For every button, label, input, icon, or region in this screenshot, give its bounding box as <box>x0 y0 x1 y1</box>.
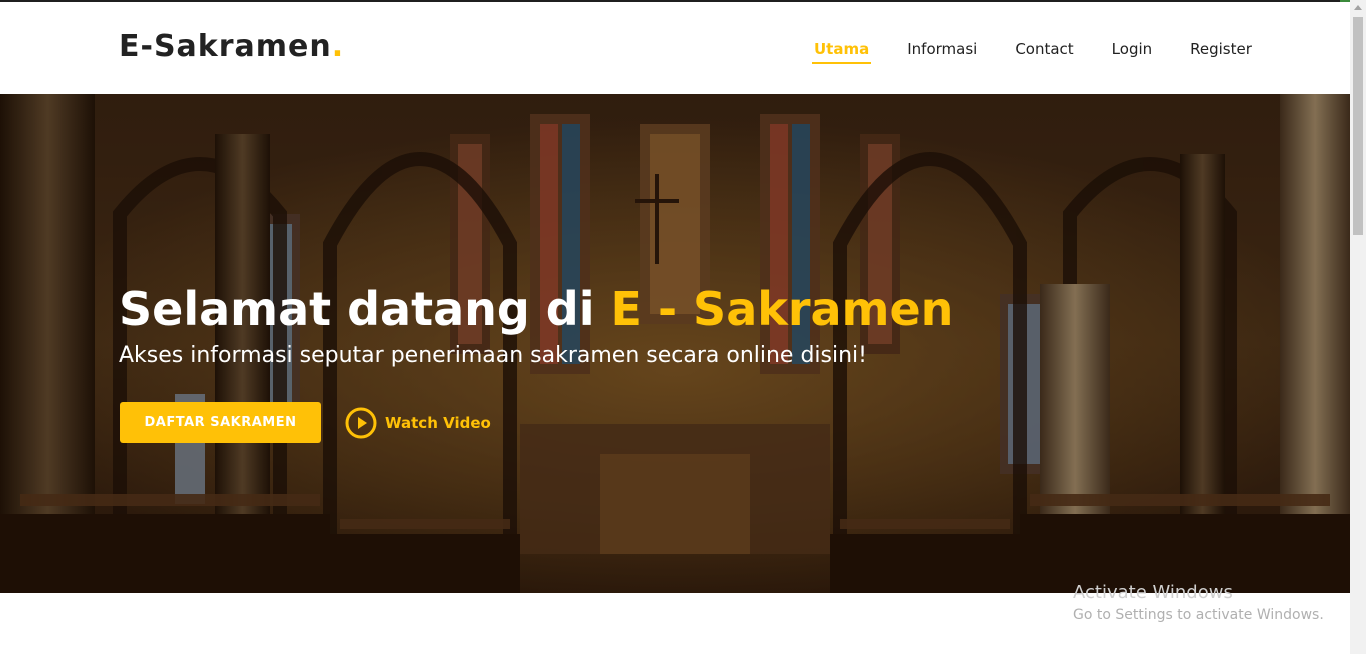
watch-video-link[interactable]: Watch Video <box>345 407 491 439</box>
hero-title-prefix: Selamat datang di <box>119 282 611 336</box>
watermark-subtitle: Go to Settings to activate Windows. <box>1073 607 1324 623</box>
hero-section: Selamat datang di E - Sakramen Akses inf… <box>0 94 1350 593</box>
nav-item-informasi[interactable]: Informasi <box>905 38 979 64</box>
hero-title-accent: E - Sakramen <box>610 282 954 336</box>
nav-item-utama[interactable]: Utama <box>812 38 872 64</box>
hero-title: Selamat datang di E - Sakramen <box>119 282 953 336</box>
scroll-up-arrow-icon[interactable] <box>1354 5 1362 10</box>
site-logo[interactable]: E-Sakramen. <box>119 29 344 64</box>
logo-dot: . <box>331 29 345 64</box>
daftar-sakramen-button[interactable]: DAFTAR SAKRAMEN <box>120 402 321 443</box>
site-header: E-Sakramen. Utama Informasi Contact Logi… <box>0 2 1350 94</box>
logo-text: E-Sakramen <box>119 29 332 64</box>
hero-subtitle: Akses informasi seputar penerimaan sakra… <box>119 343 867 368</box>
main-nav: Utama Informasi Contact Login Register <box>812 38 1254 68</box>
nav-item-contact[interactable]: Contact <box>1013 38 1075 64</box>
page: E-Sakramen. Utama Informasi Contact Logi… <box>0 0 1366 654</box>
watch-video-label: Watch Video <box>385 414 491 432</box>
scrollbar-thumb[interactable] <box>1353 17 1363 235</box>
play-circle-icon <box>345 407 377 439</box>
nav-item-register[interactable]: Register <box>1188 38 1254 64</box>
nav-item-login[interactable]: Login <box>1110 38 1154 64</box>
vertical-scrollbar[interactable] <box>1350 0 1366 654</box>
